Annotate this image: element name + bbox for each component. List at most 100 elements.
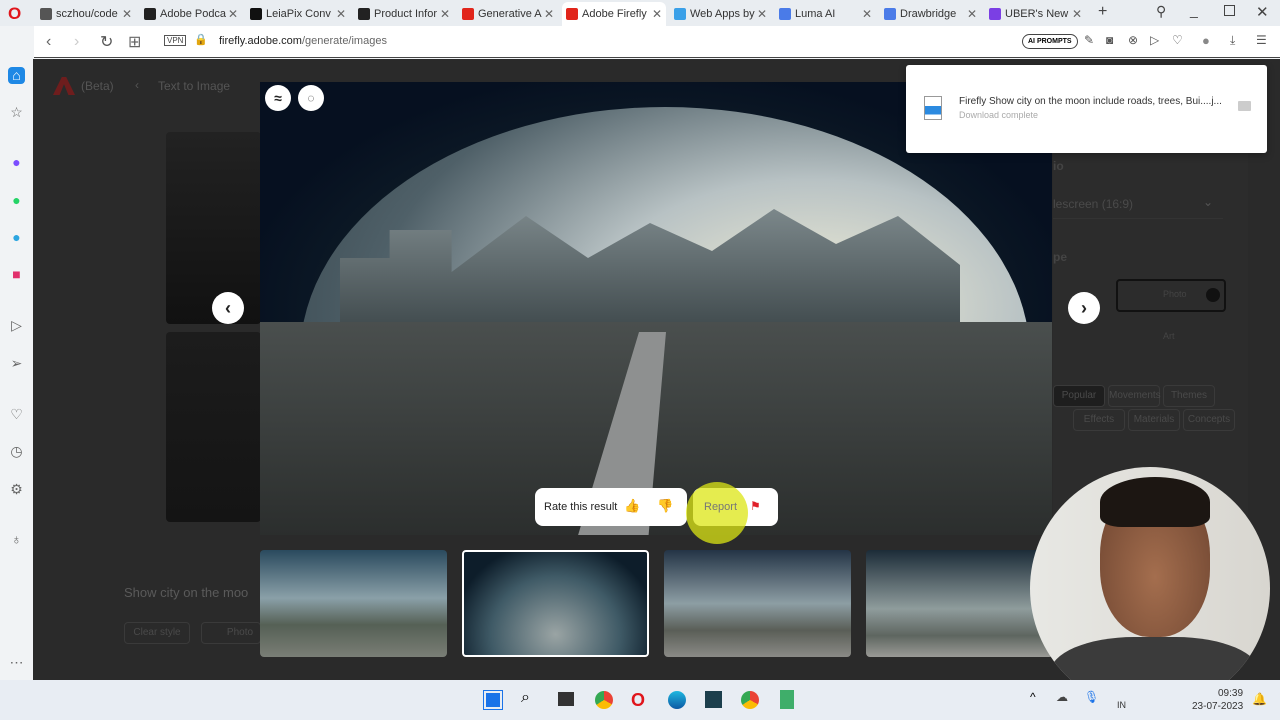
tab-3[interactable]: Product Infor ✕: [354, 2, 454, 26]
previous-image-button[interactable]: ‹: [212, 292, 244, 324]
style-tab-materials[interactable]: Materials: [1128, 409, 1180, 431]
send-icon[interactable]: ▷: [1150, 33, 1159, 47]
download-filename[interactable]: Firefly Show city on the moon include ro…: [959, 96, 1222, 107]
style-chip-photo[interactable]: Photo: [201, 622, 261, 644]
terminal-icon[interactable]: [705, 691, 722, 708]
tab-6[interactable]: Web Apps by ✕: [670, 2, 771, 26]
clock-time[interactable]: 09:39: [1218, 688, 1243, 699]
report-button[interactable]: Report ⚑: [686, 482, 778, 544]
tab-1[interactable]: Adobe Podca ✕: [140, 2, 242, 26]
maximize-button[interactable]: [1224, 5, 1235, 16]
whatsapp-icon[interactable]: ●: [8, 192, 25, 209]
clear-style-button[interactable]: Clear style: [124, 622, 190, 644]
vpn-badge[interactable]: VPN: [164, 35, 187, 46]
close-tab-icon[interactable]: ✕: [652, 7, 662, 21]
back-icon[interactable]: ‹: [46, 33, 51, 51]
minimize-button[interactable]: _: [1190, 2, 1198, 18]
next-image-button[interactable]: ›: [1068, 292, 1100, 324]
show-hidden-icons[interactable]: ^: [1030, 690, 1036, 704]
telegram-icon[interactable]: ●: [8, 229, 25, 246]
close-tab-icon[interactable]: ✕: [440, 7, 450, 21]
opera-icon[interactable]: O: [631, 690, 645, 711]
thumbs-up-icon[interactable]: 👍: [624, 498, 640, 514]
tabs-grid-icon[interactable]: ⊞: [128, 32, 141, 52]
send-icon[interactable]: ➢: [8, 355, 25, 372]
close-circle-icon[interactable]: ⊗: [1128, 33, 1138, 47]
thumbnail-1[interactable]: [260, 550, 447, 657]
style-tab-effects[interactable]: Effects: [1073, 409, 1125, 431]
thumbnail-3[interactable]: [664, 550, 851, 657]
tab-2[interactable]: LeiaPix Conv ✕: [246, 2, 350, 26]
grid-image-1[interactable]: [166, 132, 261, 324]
onedrive-icon[interactable]: ☁: [1056, 690, 1068, 704]
edit-icon[interactable]: ✎: [1084, 33, 1094, 47]
heart-icon[interactable]: ♡: [1172, 33, 1183, 47]
style-tab-popular[interactable]: Popular: [1053, 385, 1105, 407]
variations-icon[interactable]: ◌: [298, 85, 324, 111]
notification-icon[interactable]: 🔔: [1252, 692, 1267, 706]
style-tab-themes[interactable]: Themes: [1163, 385, 1215, 407]
file-explorer-icon[interactable]: [558, 692, 574, 706]
close-tab-icon[interactable]: ✕: [757, 7, 767, 21]
page-title[interactable]: Text to Image: [158, 79, 230, 93]
close-tab-icon[interactable]: ✕: [967, 7, 977, 21]
prompt-text[interactable]: Show city on the moo: [124, 585, 248, 600]
close-tab-icon[interactable]: ✕: [862, 7, 872, 21]
tab-8[interactable]: Drawbridge ✕: [880, 2, 981, 26]
content-art-label[interactable]: Art: [1163, 331, 1175, 341]
url-field[interactable]: firefly.adobe.com/generate/images: [219, 35, 387, 47]
tab-0[interactable]: sczhou/code ✕: [36, 2, 136, 26]
language-indicator[interactable]: IN: [1117, 700, 1126, 710]
clock-date[interactable]: 23-07-2023: [1192, 701, 1243, 712]
player-icon[interactable]: ▷: [8, 317, 25, 334]
tab-9[interactable]: UBER's New ✕: [985, 2, 1086, 26]
home-icon[interactable]: ⌂: [8, 67, 25, 84]
microphone-icon[interactable]: 🎙: [1084, 690, 1099, 704]
ai-prompts-button[interactable]: AI PROMPTS: [1022, 34, 1078, 49]
chrome-icon-2[interactable]: [741, 691, 759, 709]
tips-icon[interactable]: ♁: [8, 531, 25, 548]
tab-5[interactable]: Adobe Firefly ✕: [562, 2, 666, 26]
folder-icon[interactable]: [1238, 101, 1251, 111]
thumbnail-4[interactable]: [866, 550, 1053, 657]
opera-logo-icon[interactable]: O: [8, 4, 21, 24]
thumbs-down-icon[interactable]: 👎: [657, 498, 673, 514]
forward-icon[interactable]: ›: [74, 33, 79, 51]
close-tab-icon[interactable]: ✕: [1072, 7, 1082, 21]
thumbnail-2-selected[interactable]: [462, 550, 649, 657]
compare-icon[interactable]: ≈: [265, 85, 291, 111]
new-tab-button[interactable]: +: [1098, 3, 1107, 21]
search-tabs-icon[interactable]: ⚲: [1156, 3, 1166, 20]
tab-7[interactable]: Luma AI ✕: [775, 2, 876, 26]
close-window-button[interactable]: ✕: [1256, 3, 1269, 21]
easy-setup-icon[interactable]: ☰: [1256, 33, 1267, 47]
tab-4[interactable]: Generative A ✕: [458, 2, 558, 26]
close-tab-icon[interactable]: ✕: [228, 7, 238, 21]
windows-start-icon[interactable]: [483, 690, 503, 710]
settings-icon[interactable]: ⚙: [8, 481, 25, 498]
messenger-icon[interactable]: ●: [8, 154, 25, 171]
heart-icon[interactable]: ♡: [8, 406, 25, 423]
back-chevron-icon[interactable]: ‹: [135, 78, 139, 92]
edge-icon[interactable]: [668, 691, 686, 709]
profile-icon[interactable]: ●: [1202, 33, 1210, 48]
close-tab-icon[interactable]: ✕: [122, 7, 132, 21]
star-icon[interactable]: ☆: [8, 104, 25, 121]
instagram-icon[interactable]: ■: [8, 266, 25, 283]
content-type-photo[interactable]: Photo: [1116, 279, 1226, 312]
search-icon[interactable]: ⌕: [521, 689, 530, 707]
more-icon[interactable]: ⋯: [8, 654, 25, 671]
style-tab-concepts[interactable]: Concepts: [1183, 409, 1235, 431]
flag-icon: ⚑: [750, 499, 761, 513]
notepad-icon[interactable]: [780, 690, 794, 709]
chrome-icon[interactable]: [595, 691, 613, 709]
reload-icon[interactable]: ↻: [100, 32, 113, 52]
close-tab-icon[interactable]: ✕: [336, 7, 346, 21]
camera-icon[interactable]: ◙: [1106, 33, 1113, 47]
aspect-ratio-select[interactable]: lescreen (16:9) ⌄: [1053, 189, 1223, 219]
history-icon[interactable]: ◷: [8, 443, 25, 460]
download-icon[interactable]: ⤓: [1230, 33, 1235, 48]
style-tab-movements[interactable]: Movements: [1108, 385, 1161, 407]
grid-image-3[interactable]: [166, 332, 261, 522]
close-tab-icon[interactable]: ✕: [544, 7, 554, 21]
